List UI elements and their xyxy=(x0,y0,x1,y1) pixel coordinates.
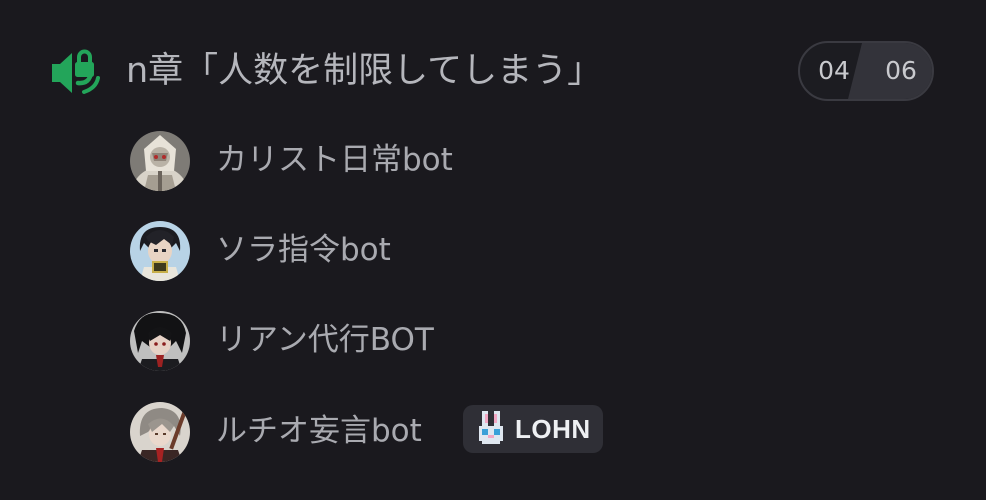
server-tag-label: LOHN xyxy=(515,413,591,444)
voice-channel-row[interactable]: n章「人数を制限してしまう」 04 06 xyxy=(0,36,986,108)
member-name: ソラ指令bot xyxy=(216,232,391,268)
member-name: カリスト日常bot xyxy=(216,142,453,178)
avatar[interactable] xyxy=(130,221,190,281)
speaker-lock-icon xyxy=(52,49,100,94)
voice-member[interactable]: リアン代行BOT xyxy=(128,309,888,373)
avatar[interactable] xyxy=(130,131,190,191)
user-limit-badge: 04 06 xyxy=(798,41,934,101)
member-name: ルチオ妄言bot xyxy=(216,413,422,449)
server-tag[interactable]: LOHN xyxy=(463,405,603,453)
avatar[interactable] xyxy=(130,311,190,371)
user-limit: 06 xyxy=(885,56,917,85)
channel-name: n章「人数を制限してしまう」 xyxy=(126,51,603,91)
voice-member[interactable]: カリスト日常bot xyxy=(128,129,888,193)
voice-channel-panel: n章「人数を制限してしまう」 04 06 カリスト日常bot ソラ指令bot リ… xyxy=(0,0,986,500)
voice-member[interactable]: ソラ指令bot xyxy=(128,219,888,283)
avatar[interactable] xyxy=(130,402,190,462)
rabbit-icon xyxy=(479,411,503,444)
voice-member[interactable]: ルチオ妄言bot LOHN xyxy=(128,400,888,464)
member-name: リアン代行BOT xyxy=(216,322,434,358)
